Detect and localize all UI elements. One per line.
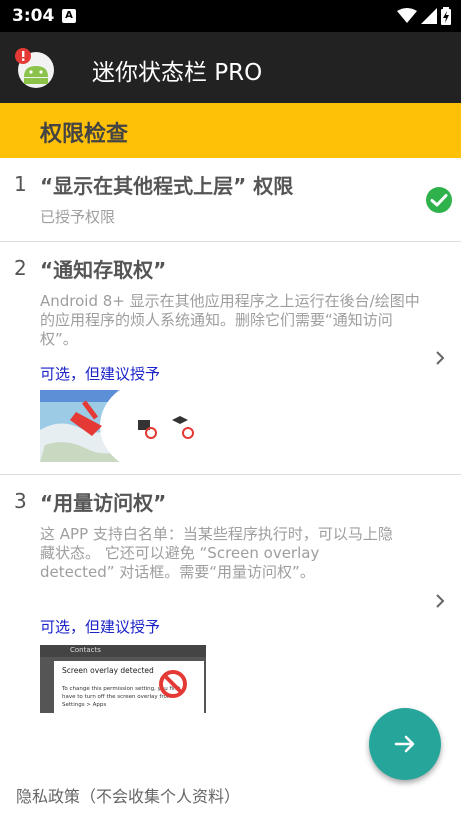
notification-icon: A (62, 9, 76, 23)
illustration-dialog-title: Screen overlay detected (62, 666, 154, 675)
privacy-policy-link[interactable]: 隐私政策（不会收集个人资料） (16, 783, 240, 807)
chevron-right-icon (436, 351, 445, 365)
chevron-right-icon (436, 594, 445, 608)
section-title: 权限检查 (40, 122, 129, 147)
item-description: 这 APP 支持白名单：当某些程序执行时，可以马上隐藏状态。 它还可以避免 “S… (40, 525, 393, 581)
prohibited-icon (159, 670, 187, 698)
app-logo-icon (15, 48, 54, 88)
app-title: 迷你状态栏 PRO (92, 60, 263, 86)
status-time: 3:04 (12, 6, 55, 26)
check-circle-icon (426, 187, 452, 213)
optional-link[interactable]: 可选，但建议授予 (40, 363, 160, 384)
system-icons (397, 6, 451, 26)
item-number: 2 (14, 256, 27, 280)
item-title: “显示在其他程式上层” 权限 (40, 174, 294, 198)
app-bar: 迷你状态栏 PRO (0, 32, 461, 103)
illustration-toolbar: Contacts (40, 645, 206, 657)
signal-icon (421, 8, 437, 24)
permission-item-notification[interactable]: 2 “通知存取权” Android 8+ 显示在其他应用程序之上运行在後台/绘图… (0, 242, 461, 475)
notification-illustration (40, 390, 206, 462)
status-bar: 3:04 A (0, 0, 461, 32)
permission-item-overlay[interactable]: 1 “显示在其他程式上层” 权限 已授予权限 (0, 158, 461, 242)
wifi-icon (397, 8, 417, 23)
illustration-app-label: Contacts (70, 646, 101, 654)
item-number: 3 (14, 489, 27, 513)
permission-item-usage[interactable]: 3 “用量访问权” 这 APP 支持白名单：当某些程序执行时，可以马上隐藏状态。… (0, 475, 461, 725)
overlay-illustration: Contacts Screen overlay detected To chan… (40, 645, 206, 713)
item-title: “用量访问权” (40, 491, 167, 515)
section-header: 权限检查 (0, 103, 461, 158)
optional-link[interactable]: 可选，但建议授予 (40, 616, 160, 637)
item-status: 已授予权限 (40, 208, 116, 226)
item-title: “通知存取权” (40, 258, 167, 282)
item-number: 1 (14, 172, 27, 196)
item-description: Android 8+ 显示在其他应用程序之上运行在後台/绘图中的应用程序的烦人系… (40, 292, 420, 348)
battery-icon (441, 7, 451, 25)
arrow-right-icon (394, 735, 415, 753)
illustration-dialog: Screen overlay detected To change this p… (54, 661, 204, 713)
notification-illustration-art (40, 390, 204, 462)
next-button[interactable] (369, 708, 441, 780)
